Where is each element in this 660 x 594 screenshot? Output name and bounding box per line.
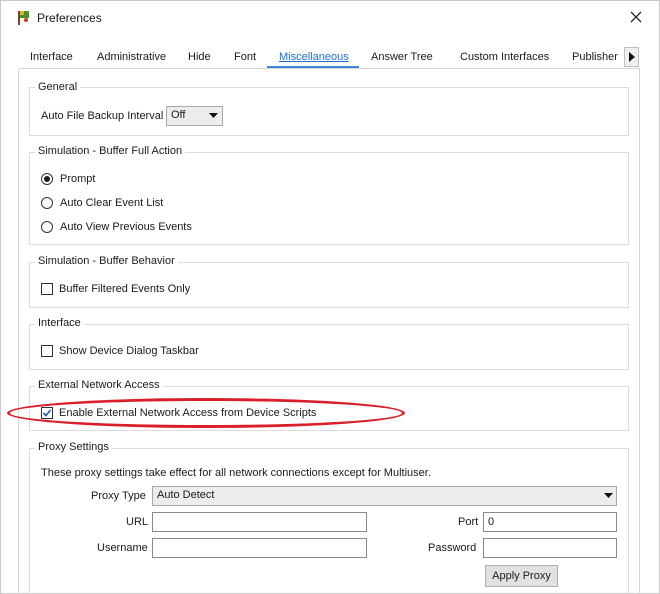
external-network-checkbox[interactable] <box>41 407 53 419</box>
proxy-type-label: Proxy Type <box>91 490 146 502</box>
external-network-group-title: External Network Access <box>35 379 163 391</box>
general-group-title: General <box>35 81 81 93</box>
port-input-value: 0 <box>488 516 495 528</box>
tab-font[interactable]: Font <box>234 51 256 63</box>
external-network-label: Enable External Network Access from Devi… <box>59 407 317 419</box>
tab-publisher[interactable]: Publisher <box>572 51 622 63</box>
proxy-note: These proxy settings take effect for all… <box>41 467 431 479</box>
chevron-right-icon <box>629 52 635 62</box>
tab-miscellaneous[interactable]: Miscellaneous <box>279 51 349 63</box>
app-logo-icon <box>16 10 32 26</box>
username-label: Username <box>97 542 148 554</box>
radio-auto-view-label: Auto View Previous Events <box>60 221 192 233</box>
url-label: URL <box>126 516 149 528</box>
port-label: Port <box>458 516 479 528</box>
proxy-settings-group-title: Proxy Settings <box>35 441 112 453</box>
chevron-down-icon <box>604 493 613 498</box>
interface-group-title: Interface <box>35 317 84 329</box>
buffer-behavior-group-title: Simulation - Buffer Behavior <box>35 255 178 267</box>
checkmark-icon <box>42 409 52 417</box>
panel-left-border <box>18 68 19 594</box>
tab-hide[interactable]: Hide <box>188 51 211 63</box>
url-input[interactable] <box>152 512 367 532</box>
buffer-filtered-checkbox[interactable] <box>41 283 53 295</box>
backup-interval-select[interactable]: Off <box>166 106 223 126</box>
tab-custom-interfaces[interactable]: Custom Interfaces <box>460 51 549 63</box>
buffer-filtered-label: Buffer Filtered Events Only <box>59 283 191 295</box>
radio-auto-clear[interactable] <box>41 197 53 209</box>
show-taskbar-checkbox[interactable] <box>41 345 53 357</box>
password-input[interactable] <box>483 538 617 558</box>
buffer-full-group-title: Simulation - Buffer Full Action <box>35 145 186 157</box>
tab-administrative[interactable]: Administrative <box>97 51 166 63</box>
radio-prompt[interactable] <box>41 173 53 185</box>
tab-scroll-right-button[interactable] <box>624 47 639 67</box>
proxy-type-select[interactable]: Auto Detect <box>152 486 617 506</box>
chevron-down-icon <box>209 113 218 118</box>
window-title: Preferences <box>37 11 102 25</box>
apply-proxy-button[interactable]: Apply Proxy <box>485 565 558 587</box>
port-input[interactable]: 0 <box>483 512 617 532</box>
proxy-type-value: Auto Detect <box>157 489 215 501</box>
tab-strip-divider <box>18 68 640 69</box>
panel-right-border <box>639 68 640 594</box>
username-input[interactable] <box>152 538 367 558</box>
close-icon[interactable] <box>629 10 643 24</box>
backup-interval-value: Off <box>171 109 186 121</box>
tab-answer-tree[interactable]: Answer Tree <box>371 51 433 63</box>
radio-auto-clear-label: Auto Clear Event List <box>60 197 164 209</box>
radio-auto-view[interactable] <box>41 221 53 233</box>
radio-prompt-label: Prompt <box>60 173 96 185</box>
backup-interval-label: Auto File Backup Interval <box>41 110 164 122</box>
password-label: Password <box>428 542 477 554</box>
show-taskbar-label: Show Device Dialog Taskbar <box>59 345 199 357</box>
tab-interface[interactable]: Interface <box>30 51 73 63</box>
